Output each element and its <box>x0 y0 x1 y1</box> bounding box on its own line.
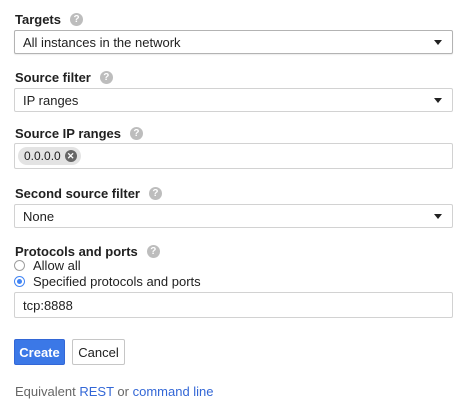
help-icon[interactable]: ? <box>148 186 162 200</box>
radio-icon[interactable] <box>14 259 25 271</box>
command-line-link[interactable]: command line <box>133 384 214 399</box>
dropdown-arrow-icon <box>434 98 442 103</box>
source-filter-value: IP ranges <box>23 92 79 108</box>
rest-link[interactable]: REST <box>79 384 113 399</box>
dropdown-arrow-icon <box>434 40 442 45</box>
radio-selected-icon[interactable] <box>14 275 25 287</box>
equivalent-footer: Equivalent REST or command line <box>15 384 214 399</box>
source-ip-ranges-field[interactable]: 0.0.0.0 ✕ <box>14 143 453 169</box>
ip-range-chip: 0.0.0.0 ✕ <box>18 147 81 165</box>
source-ip-ranges-label: Source IP ranges ? <box>15 125 143 141</box>
radio-allow-all[interactable]: Allow all <box>14 257 81 273</box>
remove-chip-icon[interactable]: ✕ <box>64 150 77 162</box>
firewall-rule-form: Targets ? All instances in the network S… <box>0 0 474 415</box>
source-filter-label: Source filter ? <box>15 69 113 85</box>
targets-label: Targets ? <box>15 11 83 27</box>
second-source-filter-value: None <box>23 208 55 224</box>
help-icon[interactable]: ? <box>99 70 113 84</box>
second-source-filter-select[interactable]: None <box>14 204 453 228</box>
help-icon[interactable]: ? <box>129 126 143 140</box>
second-source-filter-label: Second source filter ? <box>15 185 162 201</box>
targets-value: All instances in the network <box>23 34 181 50</box>
create-button[interactable]: Create <box>14 339 65 365</box>
source-filter-select[interactable]: IP ranges <box>14 88 453 112</box>
targets-select[interactable]: All instances in the network <box>14 30 453 54</box>
radio-specified-protocols[interactable]: Specified protocols and ports <box>14 273 201 289</box>
help-icon[interactable]: ? <box>146 244 160 258</box>
help-icon[interactable]: ? <box>70 12 83 26</box>
dropdown-arrow-icon <box>434 214 442 219</box>
protocols-ports-input[interactable]: tcp:8888 <box>14 292 453 318</box>
cancel-button[interactable]: Cancel <box>72 339 125 365</box>
